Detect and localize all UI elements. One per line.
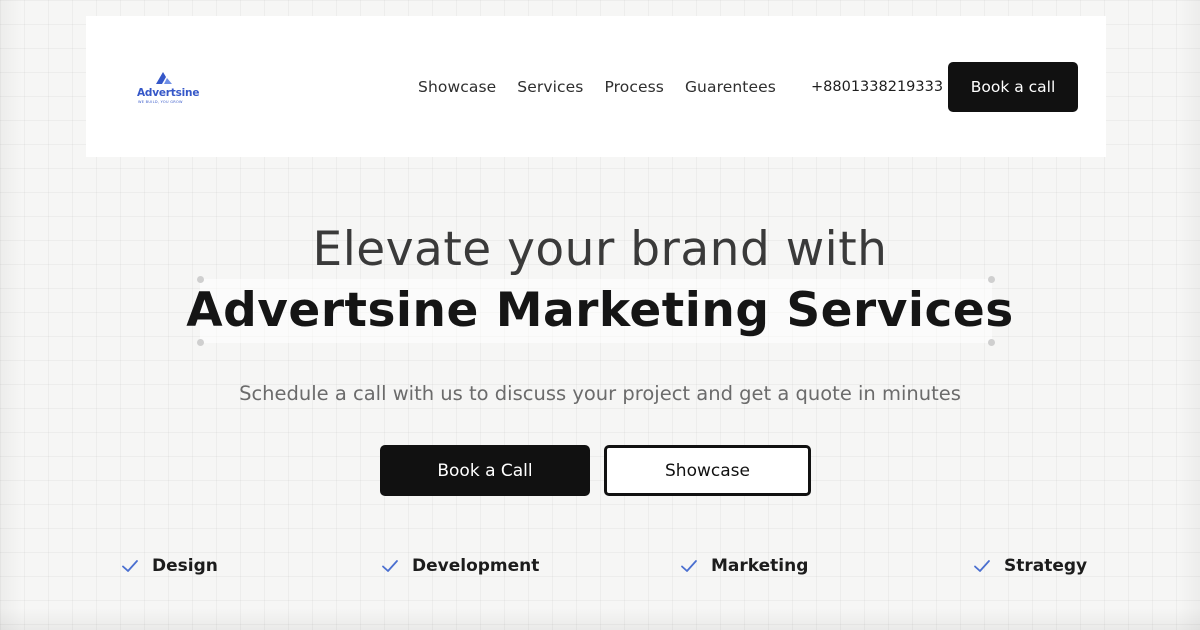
feature-label: Design [152, 556, 218, 576]
feature-item-strategy: Strategy [973, 553, 1087, 579]
hero-title-line1: Elevate your brand with [312, 222, 888, 277]
check-icon [382, 560, 398, 572]
feature-label: Strategy [1004, 556, 1088, 576]
showcase-button[interactable]: Showcase [604, 445, 811, 496]
brand-name: Advertsine [137, 87, 200, 99]
brand-logo[interactable]: Advertsine WE BUILD, YOU GROW [136, 70, 199, 106]
nav-link-services[interactable]: Services [517, 78, 583, 96]
logo-mark-icon [156, 72, 172, 84]
feature-item-marketing: Marketing [680, 553, 808, 579]
frame-handle-bottom-right [988, 339, 995, 346]
bottom-fade [0, 608, 1200, 630]
frame-handle-top-right [988, 276, 995, 283]
check-icon [681, 560, 697, 572]
nav-link-process[interactable]: Process [604, 78, 664, 96]
feature-label: Development [412, 556, 540, 576]
check-icon [974, 560, 990, 572]
frame-handle-top-left [197, 276, 204, 283]
nav-link-guarentees[interactable]: Guarentees [685, 78, 776, 96]
feature-item-design: Design [121, 553, 218, 579]
frame-handle-bottom-left [197, 339, 204, 346]
check-icon [122, 560, 138, 572]
main-nav: Showcase Services Process Guarentees [418, 76, 797, 98]
feature-label: Marketing [711, 556, 809, 576]
hero-title-line2: Advertsine Marketing Services [186, 283, 1014, 338]
feature-item-development: Development [381, 553, 539, 579]
nav-link-showcase[interactable]: Showcase [418, 78, 496, 96]
phone-number[interactable]: +8801338219333 [811, 76, 943, 98]
hero-subtitle: Schedule a call with us to discuss your … [239, 382, 961, 405]
book-a-call-header-button[interactable]: Book a call [948, 62, 1078, 112]
site-header: Advertsine WE BUILD, YOU GROW Showcase S… [86, 16, 1106, 157]
brand-tagline: WE BUILD, YOU GROW [138, 100, 183, 104]
book-a-call-button[interactable]: Book a Call [380, 445, 590, 496]
